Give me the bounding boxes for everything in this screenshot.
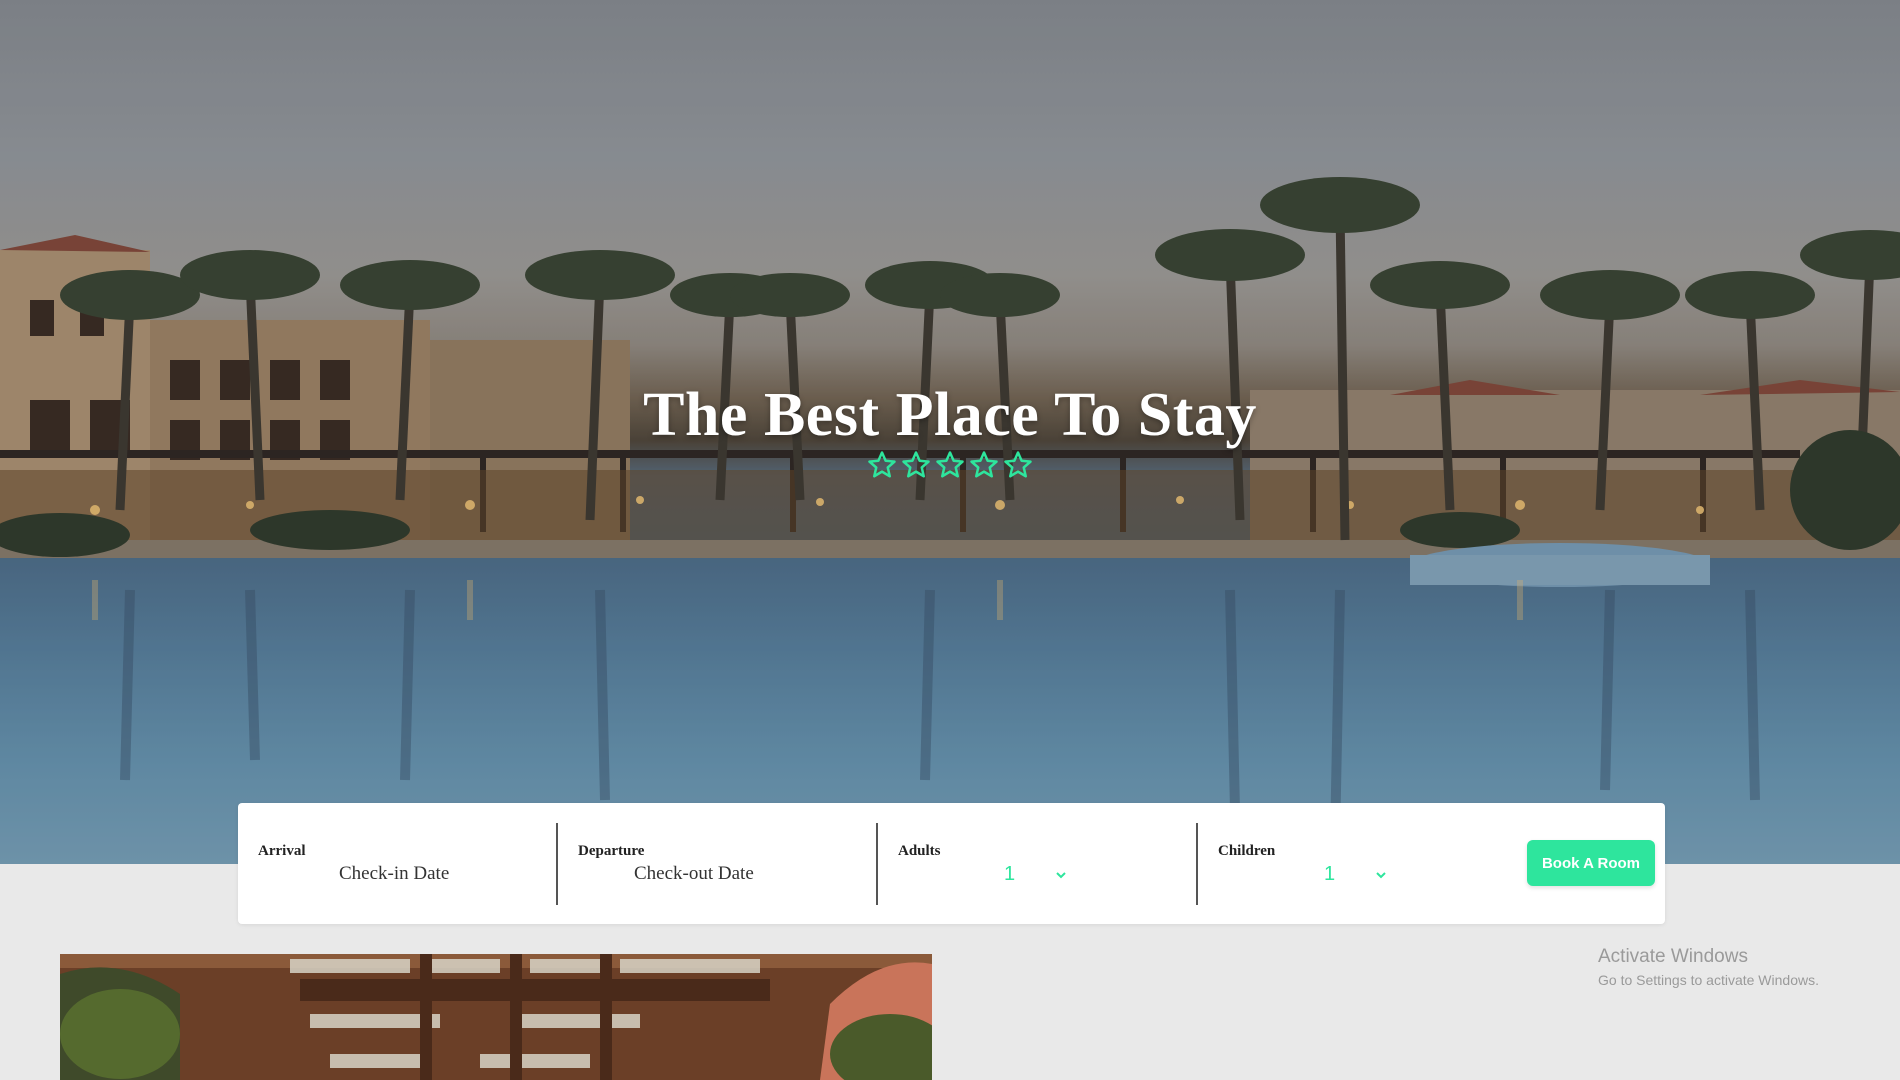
book-a-room-button[interactable]: Book A Room bbox=[1527, 840, 1655, 886]
arrival-label: Arrival bbox=[258, 843, 306, 859]
adults-select[interactable]: 1 bbox=[1004, 863, 1067, 886]
star-icon bbox=[868, 451, 896, 478]
watermark-title: Activate Windows bbox=[1598, 946, 1748, 967]
star-rating bbox=[0, 450, 1900, 480]
check-in-date-input[interactable]: Check-in Date bbox=[339, 863, 449, 885]
adults-value: 1 bbox=[1004, 863, 1016, 885]
star-icon bbox=[902, 451, 930, 478]
chevron-down-icon bbox=[1376, 871, 1386, 878]
children-select[interactable]: 1 bbox=[1324, 863, 1387, 886]
watermark-subtitle: Go to Settings to activate Windows. bbox=[1598, 972, 1819, 988]
departure-field[interactable]: Departure Check-out Date bbox=[558, 823, 876, 905]
children-label: Children bbox=[1218, 843, 1276, 859]
adults-field[interactable]: Adults 1 bbox=[878, 823, 1196, 905]
hero-title: The Best Place To Stay bbox=[643, 381, 1257, 449]
chevron-down-icon bbox=[1056, 871, 1066, 878]
departure-label: Departure bbox=[578, 843, 645, 859]
check-out-date-input[interactable]: Check-out Date bbox=[634, 863, 754, 885]
star-icon bbox=[970, 451, 998, 478]
windows-activation-watermark: Activate Windows Go to Settings to activ… bbox=[1598, 946, 1819, 988]
hero-banner: The Best Place To Stay bbox=[0, 0, 1900, 864]
arrival-field[interactable]: Arrival Check-in Date bbox=[238, 823, 556, 905]
children-field[interactable]: Children 1 bbox=[1198, 823, 1516, 905]
star-icon bbox=[936, 451, 964, 478]
children-value: 1 bbox=[1324, 863, 1336, 885]
lobby-image-art bbox=[60, 954, 932, 1080]
star-icon bbox=[1004, 451, 1032, 478]
booking-form: Arrival Check-in Date Departure Check-ou… bbox=[238, 803, 1665, 924]
adults-label: Adults bbox=[898, 843, 941, 859]
lobby-image bbox=[60, 954, 932, 1080]
